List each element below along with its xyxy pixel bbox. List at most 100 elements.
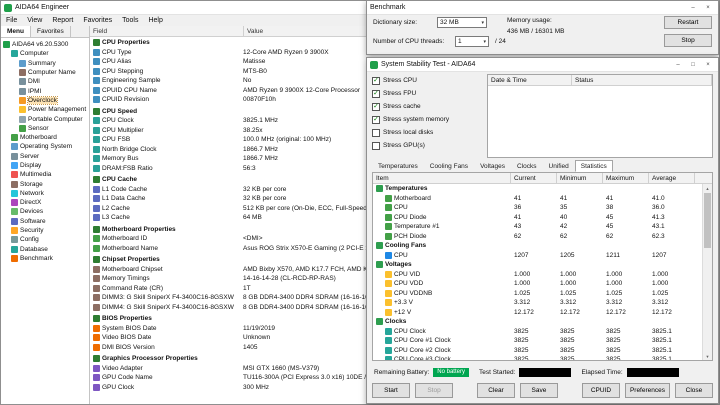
tree-item-ipmi[interactable]: IPMI [1,86,89,95]
tab-voltages[interactable]: Voltages [474,160,511,172]
tab-cooling-fans[interactable]: Cooling Fans [424,160,474,172]
benchmark-titlebar[interactable]: Benchmark –× [367,1,718,15]
checkbox-row-stress-system-memory[interactable]: ✓Stress system memory [372,113,484,126]
stats-row-temperatures[interactable]: Temperatures [373,184,702,194]
checkbox-row-stress-cpu[interactable]: ✓Stress CPU [372,74,484,87]
menu-item-report[interactable]: Report [47,17,78,24]
tree-item-database[interactable]: Database [1,245,89,254]
checkbox-row-stress-fpu[interactable]: ✓Stress FPU [372,87,484,100]
tree-item-server[interactable]: Server [1,152,89,161]
tab-temperatures[interactable]: Temperatures [372,160,424,172]
log-column-status[interactable]: Status [572,75,712,85]
tree-item-dmi[interactable]: DMI [1,77,89,86]
stats-row-clocks[interactable]: Clocks [373,317,702,327]
stats-row-cooling-fans[interactable]: Cooling Fans [373,241,702,251]
stability-titlebar[interactable]: System Stability Test - AIDA64 –□× [367,58,718,72]
checkbox-checked-icon[interactable]: ✓ [372,116,380,124]
stats-row-cpu[interactable]: CPU1207120512111207 [373,251,702,261]
menu-item-tools[interactable]: Tools [117,17,143,24]
tree-item-display[interactable]: Display [1,161,89,170]
minimize-icon[interactable]: – [671,60,685,70]
restart-button[interactable]: Restart [664,16,712,29]
stats-row-cpu-vddnb[interactable]: CPU VDDNB1.0251.0251.0251.025 [373,289,702,299]
tree-item-aida64-v6-20-5300[interactable]: AIDA64 v6.20.5300 [1,40,89,49]
tree-item-operating-system[interactable]: Operating System [1,142,89,151]
dictionary-size-select[interactable]: 32 MB ▾ [437,17,487,28]
minimize-icon[interactable]: – [686,3,700,13]
tree-item-sensor[interactable]: Sensor [1,124,89,133]
log-column-date-time[interactable]: Date & Time [488,75,572,85]
checkbox-row-stress-local-disks[interactable]: Stress local disks [372,126,484,139]
tree-item-benchmark[interactable]: Benchmark [1,254,89,263]
tree-item-motherboard[interactable]: Motherboard [1,133,89,142]
cpuid-button[interactable]: CPUID [582,383,620,398]
stats-row-voltages[interactable]: Voltages [373,260,702,270]
field-column-header[interactable]: Field [90,26,244,36]
test-log-body[interactable] [488,86,712,158]
stats-column-current[interactable]: Current [511,173,557,183]
tree-item-network[interactable]: Network [1,189,89,198]
checkbox-checked-icon[interactable]: ✓ [372,103,380,111]
sidebar-tab-menu[interactable]: Menu [1,26,31,37]
stats-column-minimum[interactable]: Minimum [557,173,603,183]
tab-unified[interactable]: Unified [543,160,575,172]
menu-item-favorites[interactable]: Favorites [78,17,117,24]
tree-item-software[interactable]: Software [1,217,89,226]
sidebar-tab-favorites[interactable]: Favorites [31,26,71,37]
tree-item-config[interactable]: Config [1,235,89,244]
tree-item-security[interactable]: Security [1,226,89,235]
close-icon[interactable]: × [701,60,715,70]
stats-row-cpu-vid[interactable]: CPU VID1.0001.0001.0001.000 [373,270,702,280]
menu-item-view[interactable]: View [22,17,47,24]
checkbox-row-stress-gpu-s[interactable]: Stress GPU(s) [372,139,484,152]
stats-row-pch-diode[interactable]: PCH Diode62626262.3 [373,232,702,242]
scroll-down-icon[interactable]: ▼ [703,352,712,360]
stats-column-item[interactable]: Item [373,173,511,183]
stats-row-motherboard[interactable]: Motherboard41414141.0 [373,194,702,204]
maximize-icon[interactable]: □ [686,60,700,70]
tab-statistics[interactable]: Statistics [575,160,613,172]
tree-item-summary[interactable]: Summary [1,59,89,68]
tab-clocks[interactable]: Clocks [511,160,543,172]
stats-row-temperature-1[interactable]: Temperature #143424543.1 [373,222,702,232]
stats-row-cpu-clock[interactable]: CPU Clock3825382538253825.1 [373,327,702,337]
tree-item-portable-computer[interactable]: Portable Computer [1,114,89,123]
stats-row-3-3-v[interactable]: +3.3 V3.3123.3123.3123.312 [373,298,702,308]
stats-column-maximum[interactable]: Maximum [603,173,649,183]
cpu-threads-select[interactable]: 1 ▾ [455,36,489,47]
stats-row-cpu-vdd[interactable]: CPU VDD1.0001.0001.0001.000 [373,279,702,289]
tree-item-storage[interactable]: Storage [1,179,89,188]
stop-benchmark-button[interactable]: Stop [664,34,712,47]
tree-item-directx[interactable]: DirectX [1,198,89,207]
stats-row-cpu-core-2-clock[interactable]: CPU Core #2 Clock3825382538253825.1 [373,346,702,356]
close-icon[interactable]: × [701,3,715,13]
stats-row-cpu-core-3-clock[interactable]: CPU Core #3 Clock3825382538253825.1 [373,355,702,360]
preferences-button[interactable]: Preferences [625,383,670,398]
checkbox-row-stress-cache[interactable]: ✓Stress cache [372,100,484,113]
stats-row-cpu[interactable]: CPU36353836.0 [373,203,702,213]
save-button[interactable]: Save [520,383,558,398]
tree-item-power-management[interactable]: Power Management [1,105,89,114]
tree-item-computer-name[interactable]: Computer Name [1,68,89,77]
menu-item-help[interactable]: Help [143,17,167,24]
tree-item-overclock[interactable]: Overclock [1,96,89,105]
stats-column-average[interactable]: Average [649,173,695,183]
scrollbar-thumb[interactable] [704,193,711,248]
checkbox-checked-icon[interactable]: ✓ [372,90,380,98]
close-button[interactable]: Close [675,383,713,398]
checkbox-unchecked-icon[interactable] [372,129,380,137]
stats-row-12-v[interactable]: +12 V12.17212.17212.17212.172 [373,308,702,318]
scroll-up-icon[interactable]: ▲ [703,184,712,192]
clear-button[interactable]: Clear [477,383,515,398]
checkbox-unchecked-icon[interactable] [372,142,380,150]
stats-row-cpu-core-1-clock[interactable]: CPU Core #1 Clock3825382538253825.1 [373,336,702,346]
stats-row-cpu-diode[interactable]: CPU Diode41404541.3 [373,213,702,223]
menu-item-file[interactable]: File [1,17,22,24]
tree-item-devices[interactable]: Devices [1,207,89,216]
start-button[interactable]: Start [372,383,410,398]
tree-item-computer[interactable]: Computer [1,49,89,58]
scrollbar[interactable]: ▲ ▼ [702,184,712,360]
checkbox-checked-icon[interactable]: ✓ [372,77,380,85]
stats-value-cell: 1.000 [649,271,695,278]
tree-item-multimedia[interactable]: Multimedia [1,170,89,179]
